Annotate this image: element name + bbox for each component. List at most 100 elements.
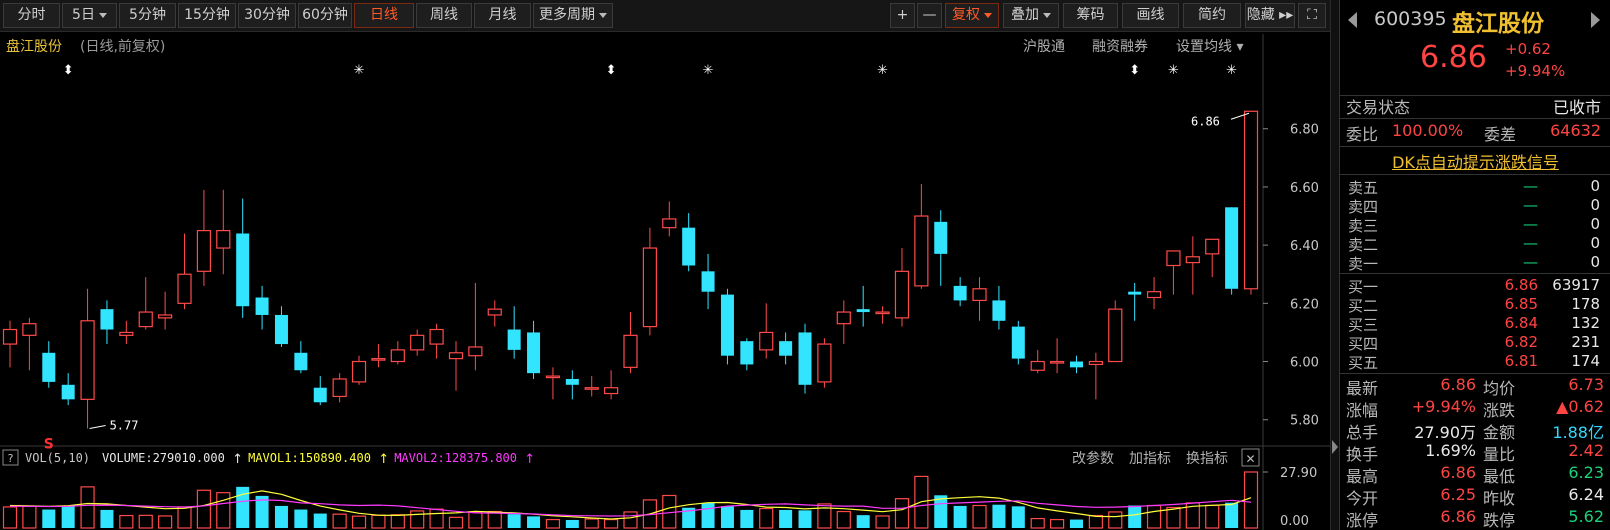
candle-body — [584, 387, 599, 390]
price-change: +0.62 — [1505, 40, 1551, 58]
candle-body — [894, 270, 910, 319]
panel-splitter[interactable] — [1330, 0, 1339, 530]
candle-body — [468, 346, 483, 357]
collapse-arrow-icon[interactable] — [1332, 440, 1338, 454]
candle-body — [2, 328, 18, 345]
volume-bar — [371, 514, 386, 529]
prev-stock-icon[interactable] — [1348, 12, 1357, 28]
bid-level-5: 买五 6.81 174 — [1348, 352, 1608, 372]
candle-body — [255, 297, 269, 315]
level-price: — — [1523, 253, 1538, 271]
quote-header: 600395 盘江股份 6.86 +0.62 +9.94% — [1340, 0, 1610, 96]
weicha-value: 64632 — [1550, 121, 1601, 140]
volume-bar — [545, 518, 561, 529]
stat-label: 最低 — [1483, 467, 1516, 486]
dk-signal-link[interactable]: DK点自动提示涨跌信号 — [1340, 149, 1610, 173]
indicator-tool-2[interactable]: 换指标 — [1186, 450, 1228, 467]
weibi-row: 委比 100.00% 委差 64632 — [1340, 121, 1610, 145]
volume-bar — [22, 505, 37, 529]
candle-body — [934, 221, 948, 254]
trade-status-value: 已收市 — [1552, 98, 1601, 117]
stat-row: 涨幅 +9.94% 涨跌 ▲0.62 — [1340, 397, 1610, 420]
trade-status-row: 交易状态 已收市 — [1340, 94, 1610, 118]
candle-body — [992, 300, 1006, 321]
candle-body — [1128, 291, 1142, 295]
legend-arrow-icon: ↑ — [524, 452, 535, 467]
stat-label: 涨幅 — [1346, 401, 1379, 420]
candle-body — [351, 360, 367, 383]
candle-body — [42, 352, 56, 382]
candle-body — [1146, 291, 1162, 299]
stat-value: 6.24 — [1568, 485, 1604, 504]
level-label: 买三 — [1348, 316, 1379, 334]
level-label: 卖三 — [1348, 217, 1379, 235]
volume-bar — [720, 506, 734, 528]
ask-level-3: 卖三 — 0 — [1348, 215, 1608, 235]
quote-panel: 600395 盘江股份 6.86 +0.62 +9.94% 交易状态 已收市 委… — [1339, 0, 1610, 530]
volume-bar — [332, 513, 347, 529]
stat-value: 1.69% — [1425, 441, 1476, 460]
candle-body — [836, 311, 851, 325]
candle-body — [623, 334, 638, 368]
level-price: 6.84 — [1504, 314, 1538, 332]
candle-body — [507, 329, 521, 350]
stat-label: 均价 — [1483, 379, 1516, 398]
stat-row: 今开 6.25 昨收 6.24 — [1340, 485, 1610, 508]
stat-value: +9.94% — [1411, 397, 1476, 416]
candle-body — [1030, 360, 1045, 371]
stat-row: 换手 1.69% 量比 2.42 — [1340, 441, 1610, 464]
candle-body — [274, 314, 288, 345]
legend-arrow-icon: ↑ — [232, 452, 243, 467]
stat-label: 昨收 — [1483, 489, 1516, 508]
bid-level-3: 买三 6.84 132 — [1348, 314, 1608, 334]
volume-indicator-title: VOL(5,10) — [25, 451, 90, 465]
level-volume: 231 — [1571, 333, 1600, 351]
candle-body — [545, 375, 561, 379]
candle-body — [390, 349, 405, 363]
indicator-tool-0[interactable]: 改参数 — [1072, 450, 1114, 467]
volume-bar — [61, 506, 75, 528]
volume-bar — [313, 513, 327, 528]
high-annotation: 6.86 — [1191, 114, 1220, 128]
volume-bar — [856, 515, 870, 528]
volume-bar — [158, 515, 173, 529]
candle-body — [61, 384, 75, 400]
level-volume: 132 — [1571, 314, 1600, 332]
next-stock-icon[interactable] — [1591, 12, 1600, 28]
close-indicator-label: ✕ — [1245, 452, 1255, 466]
legend-arrow-icon: ↑ — [378, 452, 389, 467]
level-label: 买二 — [1348, 297, 1379, 315]
volume-bar — [1069, 519, 1083, 528]
kline-chart[interactable]: 6.80 6.60 6.40 6.20 6.00 5.80 ⬍ ✳ ⬍ ✳ ✳ ⬍ ✳ ✳ 6.86 5.77… — [0, 0, 1330, 530]
low-annotation: 5.77 — [110, 418, 139, 432]
event-marker-icon: ⬍ — [606, 63, 617, 78]
candle-body — [177, 273, 192, 304]
stat-label: 今开 — [1346, 489, 1379, 508]
candle-body — [236, 233, 250, 307]
volume-bar — [1088, 514, 1103, 529]
stock-code: 600395 — [1374, 8, 1447, 30]
weicha-label: 委差 — [1484, 125, 1517, 144]
level-volume: 0 — [1590, 177, 1600, 195]
level-label: 卖一 — [1348, 255, 1379, 273]
level-label: 买一 — [1348, 278, 1379, 296]
volume-bar — [429, 508, 444, 529]
weibi-label: 委比 — [1346, 125, 1379, 144]
event-marker-icon: ✳ — [1226, 63, 1237, 78]
volume-bar — [623, 511, 638, 529]
volume-bar — [740, 509, 754, 528]
level-label: 买四 — [1348, 335, 1379, 353]
bid-level-4: 买四 6.82 231 — [1348, 333, 1608, 353]
candle-body — [196, 229, 212, 272]
low-annotation-arrow — [89, 424, 106, 429]
volume-bar — [1166, 506, 1181, 529]
volume-bar — [953, 505, 967, 528]
volume-bar — [779, 509, 793, 528]
volume-bar — [1243, 471, 1259, 529]
price-tick-label: 6.00 — [1290, 356, 1319, 371]
volume-bar — [1049, 518, 1065, 529]
volume-bar — [1146, 504, 1162, 529]
ask-level-5: 卖一 — 0 — [1348, 253, 1608, 273]
stat-value: 5.62 — [1568, 507, 1604, 526]
indicator-tool-1[interactable]: 加指标 — [1129, 451, 1171, 467]
